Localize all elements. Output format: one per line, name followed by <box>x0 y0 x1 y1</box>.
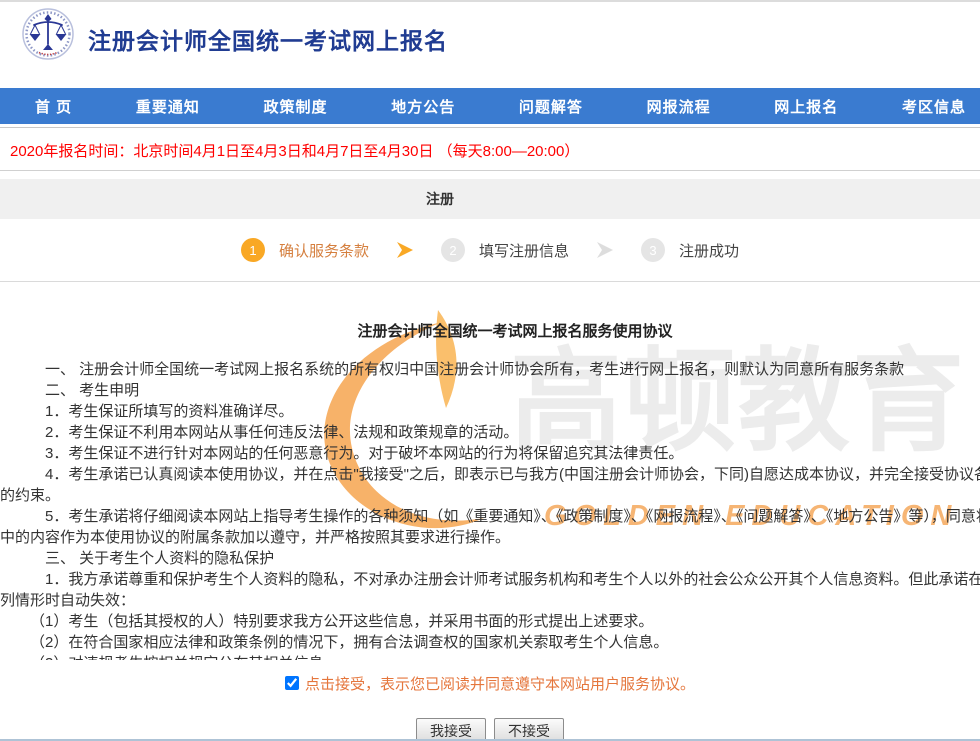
step-1-badge: 1 <box>241 238 265 262</box>
agreement-paragraph: 三、 关于考生个人资料的隐私保护 <box>0 548 980 569</box>
accept-button[interactable]: 我接受 <box>416 718 486 741</box>
step-success: 3 注册成功 <box>641 238 739 262</box>
step-1-label: 确认服务条款 <box>279 240 369 261</box>
accept-label: 点击接受，表示您已阅读并同意遵守本网站用户服务协议。 <box>305 673 695 694</box>
agreement-paragraph: 2．考生保证不利用本网站从事任何违反法律、法规和政策规章的活动。 <box>0 422 980 443</box>
cicpa-logo-icon <box>22 8 74 60</box>
registration-time-notice: 2020年报名时间：北京时间4月1日至4月3日和4月7日至4月30日 （每天8:… <box>0 128 980 171</box>
agreement-paragraph: 5．考生承诺将仔细阅读本网站上指导考生操作的各种须知（如《重要通知》、《政策制度… <box>0 506 980 548</box>
nav-item-online-registration[interactable]: 网上报名 <box>774 96 838 117</box>
nav-item-registration-process[interactable]: 网报流程 <box>647 96 711 117</box>
accept-checkbox[interactable] <box>285 676 299 690</box>
registration-steps: 1 确认服务条款 2 填写注册信息 3 注册成功 <box>0 219 980 282</box>
step-2-badge: 2 <box>441 238 465 262</box>
agreement-paragraph: 4．考生承诺已认真阅读本使用协议，并在点击"我接受"之后，即表示已与我方(中国注… <box>0 464 980 506</box>
step-2-label: 填写注册信息 <box>479 240 569 261</box>
step-fill-info: 2 填写注册信息 <box>441 238 569 262</box>
accept-terms-row: 点击接受，表示您已阅读并同意遵守本网站用户服务协议。 <box>0 672 980 694</box>
agreement-document: 注册会计师全国统一考试网上报名服务使用协议 一、 注册会计师全国统一考试网上报名… <box>0 282 980 660</box>
step-3-badge: 3 <box>641 238 665 262</box>
agreement-section: 高顿教育 GOLDEN EDUCATION 注册会计师全国统一考试网上报名服务使… <box>0 282 980 660</box>
main-nav: 首 页 重要通知 政策制度 地方公告 问题解答 网报流程 网上报名 考区信息 <box>0 88 980 124</box>
nav-item-faq[interactable]: 问题解答 <box>519 96 583 117</box>
nav-item-local-announcements[interactable]: 地方公告 <box>391 96 455 117</box>
agreement-paragraph: 一、 注册会计师全国统一考试网上报名系统的所有权归中国注册会计师协会所有，考生进… <box>0 359 980 380</box>
decline-button[interactable]: 不接受 <box>494 718 564 741</box>
agreement-title: 注册会计师全国统一考试网上报名服务使用协议 <box>0 322 980 342</box>
agreement-paragraph: 二、 考生申明 <box>0 380 980 401</box>
step-confirm-terms: 1 确认服务条款 <box>241 238 369 262</box>
notice-text: 2020年报名时间：北京时间4月1日至4月3日和4月7日至4月30日 （每天8:… <box>10 143 579 160</box>
page-title: 注册会计师全国统一考试网上报名 <box>88 22 448 56</box>
site-header: 注册会计师全国统一考试网上报名 <box>0 2 980 88</box>
nav-item-important-notices[interactable]: 重要通知 <box>136 96 200 117</box>
nav-item-home[interactable]: 首 页 <box>35 96 72 117</box>
nav-item-policies[interactable]: 政策制度 <box>264 96 328 117</box>
nav-item-exam-area-info[interactable]: 考区信息 <box>902 96 966 117</box>
agreement-paragraph: 1．我方承诺尊重和保护考生个人资料的隐私，不对承办注册会计师考试服务机构和考生个… <box>0 569 980 611</box>
agreement-paragraph: 1．考生保证所填写的资料准确详尽。 <box>0 401 980 422</box>
page: 注册会计师全国统一考试网上报名 首 页 重要通知 政策制度 地方公告 问题解答 … <box>0 0 980 741</box>
register-section-bar: 注册 <box>0 179 980 219</box>
agreement-paragraph: （1）考生（包括其授权的人）特别要求我方公开这些信息，并采用书面的形式提出上述要… <box>0 611 980 632</box>
agreement-paragraph: 3．考生保证不进行针对本网站的任何恶意行为。对于破坏本网站的行为将保留追究其法律… <box>0 443 980 464</box>
step-arrow-icon <box>395 242 415 258</box>
step-arrow-icon <box>595 242 615 258</box>
step-3-label: 注册成功 <box>679 240 739 261</box>
agreement-paragraph: （2）在符合国家相应法律和政策条例的情况下，拥有合法调查权的国家机关索取考生个人… <box>0 632 980 653</box>
register-section-title: 注册 <box>0 179 880 219</box>
action-buttons: 我接受 不接受 <box>0 718 980 741</box>
agreement-paragraph: （3）对违规考生按相关规定公布其相关信息。 <box>0 653 980 660</box>
